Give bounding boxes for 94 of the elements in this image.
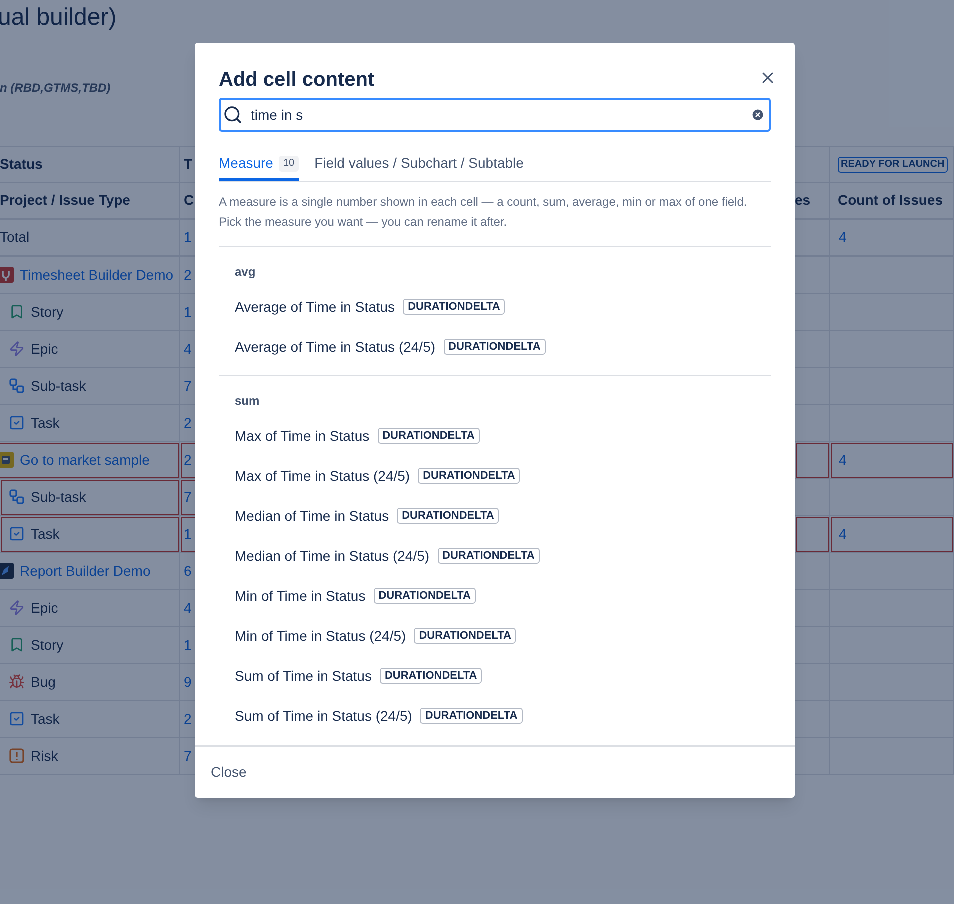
- dialog-title: Add cell content: [219, 68, 375, 93]
- checkbox-icon: [9, 711, 25, 727]
- type-badge: DURATIONDELTA: [414, 628, 516, 644]
- project-link[interactable]: Report Builder Demo: [20, 560, 151, 582]
- table-cell[interactable]: 1: [184, 302, 192, 322]
- column-header: Count of Issues: [838, 191, 944, 210]
- clear-icon[interactable]: [751, 108, 765, 122]
- warning-icon: [9, 748, 25, 764]
- table-cell[interactable]: 2: [184, 412, 192, 434]
- row-label: Total: [0, 228, 30, 247]
- tab[interactable]: Field values / Subchart / Subtable: [314, 149, 524, 181]
- row-label: Sub-task: [31, 376, 86, 396]
- status-badge: READY FOR LAUNCH: [838, 156, 948, 172]
- checkbox-icon: [9, 415, 25, 431]
- option-label: Average of Time in Status (24/5): [235, 338, 436, 357]
- type-badge: DURATIONDELTA: [378, 428, 480, 444]
- table-cell[interactable]: 1: [184, 524, 192, 544]
- option-label: Max of Time in Status: [235, 426, 370, 446]
- measure-option[interactable]: Min of Time in Status (24/5) DURATIONDELTA: [219, 616, 771, 656]
- option-label: Median of Time in Status: [235, 506, 390, 526]
- close-button[interactable]: Close: [211, 762, 247, 783]
- row-label: Task: [31, 414, 60, 432]
- type-badge: DURATIONDELTA: [397, 508, 500, 524]
- search-field[interactable]: time in s: [219, 98, 771, 132]
- type-badge: DURATIONDELTA: [374, 588, 476, 604]
- table-cell[interactable]: 7: [184, 376, 192, 396]
- measure-option[interactable]: Average of Time in Status (24/5) DURATIONDELTA: [219, 327, 771, 367]
- table-cell[interactable]: 1: [184, 634, 192, 656]
- table-cell[interactable]: 9: [184, 672, 192, 692]
- table-cell[interactable]: 7: [184, 486, 192, 508]
- row-label: Story: [31, 302, 64, 322]
- table-cell[interactable]: 2: [184, 264, 192, 286]
- measure-option[interactable]: Min of Time in Status DURATIONDELTA: [219, 576, 771, 616]
- type-badge: DURATIONDELTA: [418, 468, 520, 484]
- search-input[interactable]: time in s: [251, 104, 743, 126]
- measure-option[interactable]: Median of Time in Status (24/5) DURATIONDELTA: [219, 536, 771, 576]
- row-label: Task: [31, 524, 60, 544]
- page-subtitle: n (RBD,GTMS,TBD): [0, 80, 111, 97]
- checkbox-icon: [9, 526, 25, 542]
- table-cell[interactable]: 4: [184, 598, 192, 618]
- type-badge: DURATIONDELTA: [380, 668, 482, 684]
- measure-option[interactable]: Max of Time in Status DURATIONDELTA: [219, 416, 771, 456]
- option-label: Min of Time in Status (24/5): [235, 626, 406, 646]
- table-cell[interactable]: 7: [184, 746, 192, 766]
- row-label: Risk: [31, 746, 58, 766]
- row-label: Epic: [31, 598, 58, 618]
- type-badge: DURATIONDELTA: [403, 299, 506, 315]
- row-label: Epic: [31, 340, 58, 359]
- measure-option[interactable]: Average of Time in Status DURATIONDELTA: [219, 287, 771, 327]
- bug-icon: [9, 674, 25, 690]
- bookmark-icon: [9, 304, 25, 320]
- count-link[interactable]: 4: [839, 450, 847, 470]
- description-text: A measure is a single number shown in each cell — a count, sum, average, min or max of one field. Pick the measure you want — you can rename it after.: [219, 194, 748, 231]
- table-cell[interactable]: 1: [184, 227, 192, 248]
- lightning-icon: [9, 341, 25, 357]
- count-link[interactable]: 4: [839, 524, 847, 544]
- option-label: Max of Time in Status (24/5): [235, 466, 410, 486]
- table-cell[interactable]: 2: [184, 450, 192, 470]
- table-cell[interactable]: 4: [184, 338, 192, 360]
- option-label: Median of Time in Status (24/5): [235, 546, 430, 566]
- row-label: Story: [31, 636, 64, 655]
- type-badge: DURATIONDELTA: [438, 548, 540, 564]
- column-header: C: [184, 191, 194, 210]
- option-label: Average of Time in Status: [235, 298, 396, 317]
- measure-option[interactable]: Sum of Time in Status DURATIONDELTA: [219, 656, 771, 696]
- measure-option[interactable]: Median of Time in Status DURATIONDELTA: [219, 496, 771, 536]
- option-label: Min of Time in Status: [235, 586, 366, 606]
- measure-option[interactable]: Sum of Time in Status (24/5) DURATIONDELTA: [219, 696, 771, 736]
- lightning-icon: [9, 600, 25, 616]
- column-header: Project / Issue Type: [0, 191, 130, 210]
- project-link[interactable]: Timesheet Builder Demo: [20, 264, 174, 286]
- bookmark-icon: [9, 637, 25, 653]
- subtask-icon: [9, 378, 25, 394]
- table-cell[interactable]: 2: [184, 708, 192, 730]
- group-heading: sum: [234, 393, 261, 410]
- column-header: es: [795, 191, 811, 210]
- tab[interactable]: Measure 10: [219, 149, 299, 181]
- row-label: Bug: [31, 672, 56, 692]
- table-cell[interactable]: 6: [184, 560, 192, 582]
- count-link[interactable]: 4: [839, 227, 847, 248]
- group-heading: avg: [234, 264, 257, 281]
- search-icon: [223, 105, 243, 125]
- measure-option[interactable]: Max of Time in Status (24/5) DURATIONDELTA: [219, 456, 771, 496]
- column-header: T: [184, 155, 193, 174]
- option-label: Sum of Time in Status: [235, 666, 372, 686]
- type-badge: DURATIONDELTA: [420, 708, 523, 724]
- option-label: Sum of Time in Status (24/5): [235, 706, 412, 726]
- column-header: Status: [0, 155, 43, 174]
- row-label: Sub-task: [31, 488, 86, 506]
- row-label: Task: [31, 710, 60, 728]
- count-badge: 10: [279, 156, 299, 172]
- project-link[interactable]: Go to market sample: [20, 450, 150, 470]
- subtask-icon: [9, 489, 25, 505]
- type-badge: DURATIONDELTA: [444, 339, 546, 355]
